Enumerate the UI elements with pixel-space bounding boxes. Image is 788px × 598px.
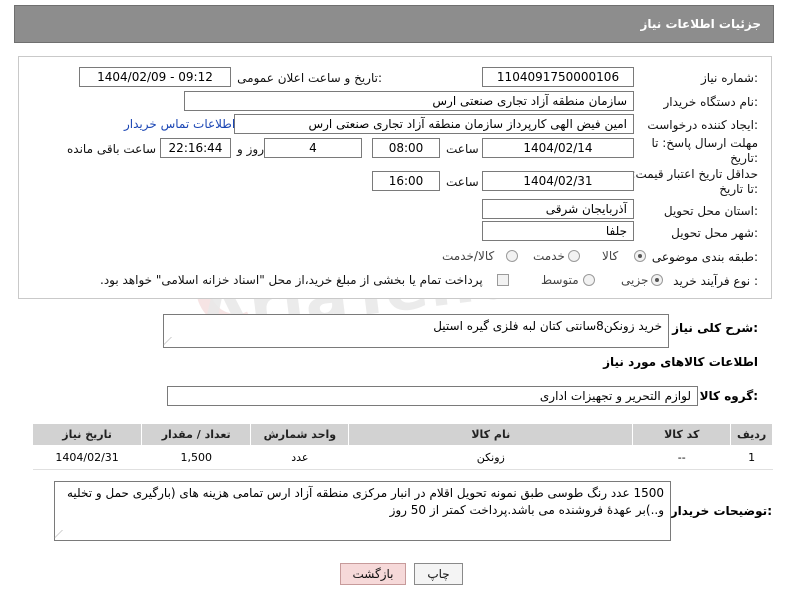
items-table-header: ردیف کد کالا نام کالا واحد شمارش تعداد /…: [31, 423, 773, 446]
process-medium-radio[interactable]: [583, 274, 595, 286]
col-code: کد کالا: [632, 423, 732, 446]
treasury-payment-note: پرداخت تمام یا بخشی از مبلغ خرید،از محل …: [100, 273, 483, 287]
goods-group-label: گروه کالا:: [699, 389, 758, 403]
announce-datetime-label: تاریخ و ساعت اعلان عمومی:: [237, 71, 382, 85]
category-goods-radio[interactable]: [634, 250, 646, 262]
cell-row: 1: [730, 445, 773, 470]
city-label: شهر محل تحویل:: [671, 226, 758, 240]
page-title: جزئیات اطلاعات نیاز: [640, 17, 761, 31]
goods-info-heading: اطلاعات کالاهای مورد نیاز: [603, 355, 758, 369]
col-name: نام کالا: [348, 423, 634, 446]
print-button[interactable]: چاپ: [414, 563, 463, 585]
province-field: آذربایجان شرقی: [482, 199, 634, 219]
resize-grip-icon[interactable]: [163, 337, 179, 345]
description-label: شرح کلی نیاز:: [672, 321, 758, 335]
buyer-notes-label: توضیحات خریدار:: [670, 504, 772, 518]
validity-time-label: ساعت: [446, 175, 479, 189]
buyer-org-field: سازمان منطقه آزاد تجاری صنعتی ارس: [184, 91, 634, 111]
cell-date: 1404/02/31: [32, 445, 142, 470]
deadline-time-field: 08:00: [372, 138, 440, 158]
buyer-notes-textarea[interactable]: 1500 عدد رنگ طوسی طبق نمونه تحویل اقلام …: [54, 481, 671, 541]
requester-label: ایجاد کننده درخواست:: [647, 118, 758, 132]
col-date: تاریخ نیاز: [31, 423, 143, 446]
col-qty: تعداد / مقدار: [141, 423, 252, 446]
validity-time-field: 16:00: [372, 171, 440, 191]
cell-unit: عدد: [250, 445, 349, 470]
col-row: ردیف: [730, 423, 773, 446]
category-service-radio[interactable]: [568, 250, 580, 262]
treasury-payment-checkbox[interactable]: [497, 274, 509, 286]
description-text: خرید زونکن8سانتی کتان لبه فلزی گیره استی…: [433, 319, 662, 333]
goods-group-field: لوازم التحریر و تجهیزات اداری: [167, 386, 698, 406]
buyer-org-label: نام دستگاه خریدار:: [663, 95, 759, 109]
process-type-label: نوع فرآیند خرید :: [673, 274, 758, 288]
category-goods-service-option: کالا/خدمت: [442, 249, 495, 263]
requester-field: امین فیض الهی کارپرداز سازمان منطقه آزاد…: [234, 114, 634, 134]
process-medium-option: متوسط: [541, 273, 579, 287]
buyer-notes-text: 1500 عدد رنگ طوسی طبق نمونه تحویل اقلام …: [66, 486, 664, 517]
process-minor-option: جزیی: [621, 273, 649, 287]
need-number-label: شماره نیاز:: [700, 71, 758, 85]
process-minor-radio[interactable]: [651, 274, 663, 286]
items-table: ردیف کد کالا نام کالا واحد شمارش تعداد /…: [31, 423, 773, 470]
buyer-contact-link[interactable]: اطلاعات تماس خریدار: [124, 117, 235, 131]
category-label: طبقه بندی موضوعی:: [651, 250, 758, 264]
need-number-field: 1104091750000106: [482, 67, 634, 87]
deadline-label: مهلت ارسال پاسخ: تا تاریخ:: [651, 136, 758, 165]
col-unit: واحد شمارش: [250, 423, 350, 446]
announce-datetime-field: 1404/02/09 - 09:12: [79, 67, 231, 87]
resize-grip-icon[interactable]: [54, 530, 70, 538]
category-service-option: خدمت: [533, 249, 565, 263]
page-header: جزئیات اطلاعات نیاز: [14, 5, 774, 43]
days-remaining-field: 4: [264, 138, 362, 158]
description-textarea[interactable]: خرید زونکن8سانتی کتان لبه فلزی گیره استی…: [163, 314, 669, 348]
remaining-time-field: 22:16:44: [160, 138, 231, 158]
back-button[interactable]: بازگشت: [340, 563, 406, 585]
cell-code: --: [632, 445, 731, 470]
city-field: جلفا: [482, 221, 634, 241]
deadline-date-field: 1404/02/14: [482, 138, 634, 158]
remaining-time-label: ساعت باقی مانده: [67, 142, 157, 156]
cell-name: زونکن: [348, 445, 633, 470]
province-label: استان محل تحویل:: [663, 204, 758, 218]
category-goods-service-radio[interactable]: [506, 250, 518, 262]
validity-label: حداقل تاریخ اعتبار قیمت: تا تاریخ:: [631, 167, 758, 196]
cell-qty: 1,500: [141, 445, 251, 470]
days-word-label: روز و: [237, 142, 264, 156]
table-row[interactable]: 1 -- زونکن عدد 1,500 1404/02/31: [32, 445, 773, 470]
deadline-time-label: ساعت: [446, 142, 479, 156]
category-goods-option: کالا: [602, 249, 619, 263]
validity-date-field: 1404/02/31: [482, 171, 634, 191]
